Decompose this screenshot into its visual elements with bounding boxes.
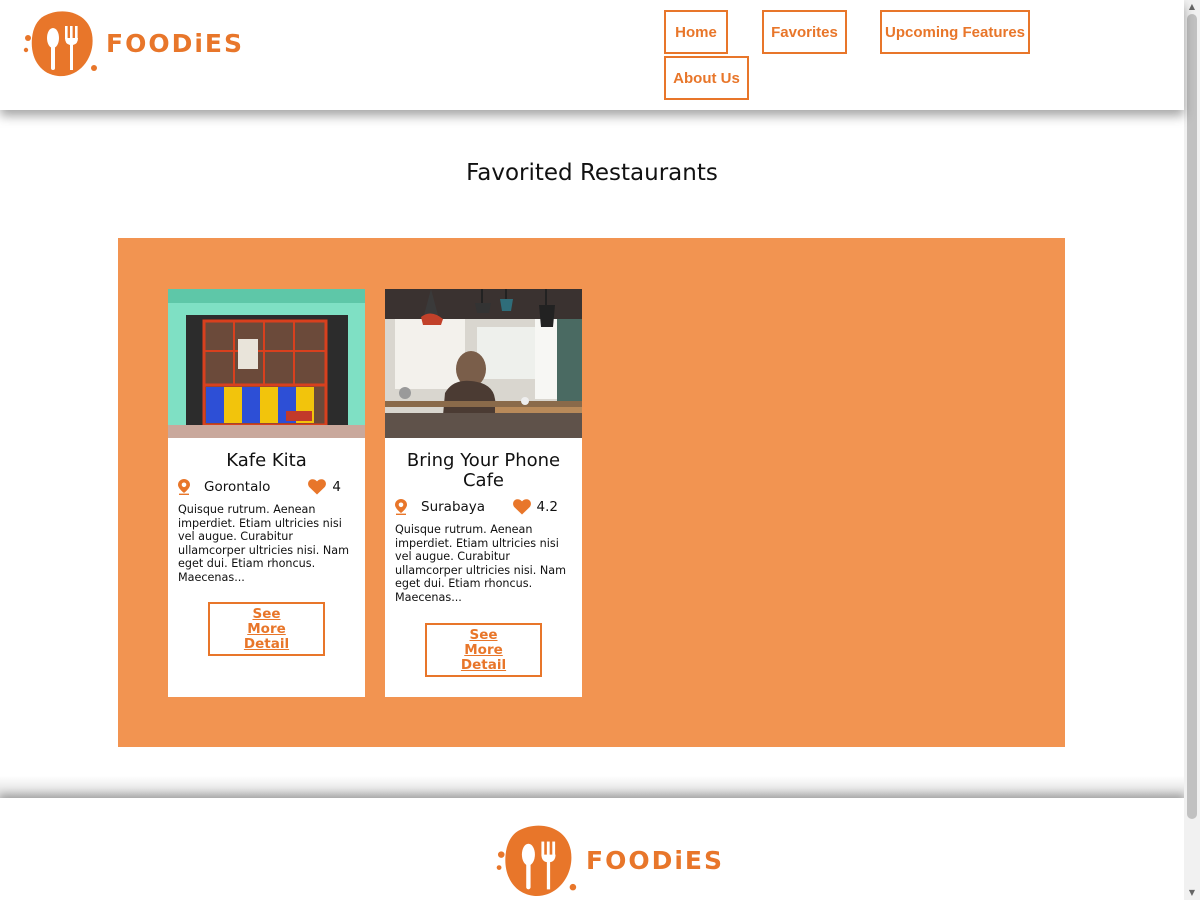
pin-icon — [395, 499, 407, 515]
scroll-up-icon[interactable]: ▲ — [1184, 0, 1200, 14]
nav-upcoming-features-button[interactable]: Upcoming Features — [880, 10, 1030, 54]
site-header: FOODiES Home Favorites Upcoming Features… — [0, 0, 1184, 110]
page-title: Favorited Restaurants — [466, 160, 718, 186]
restaurant-name[interactable]: Kafe Kita — [168, 451, 365, 471]
restaurant-card: Kafe Kita Gorontalo 4 Quisque rutrum. Ae… — [168, 289, 365, 697]
restaurant-rating: 4 — [332, 479, 341, 495]
pin-icon — [178, 479, 190, 495]
restaurant-description: Quisque rutrum. Aenean imperdiet. Etiam … — [178, 503, 349, 584]
logo-icon — [496, 825, 577, 896]
restaurant-rating: 4.2 — [536, 499, 558, 515]
restaurant-image[interactable] — [168, 289, 365, 438]
brand-logo[interactable]: FOODiES — [22, 8, 244, 78]
heart-icon — [512, 499, 531, 515]
nav-home-button[interactable]: Home — [664, 10, 728, 54]
page-scrollbar[interactable]: ▲ ▼ — [1184, 0, 1200, 900]
site-footer: FOODiES — [0, 798, 1184, 900]
see-more-detail-button[interactable]: See More Detail — [208, 602, 325, 656]
restaurant-meta: Gorontalo 4 — [168, 479, 365, 495]
restaurant-name[interactable]: Bring Your Phone Cafe — [385, 451, 582, 491]
restaurant-description: Quisque rutrum. Aenean imperdiet. Etiam … — [395, 523, 566, 604]
scrollbar-thumb[interactable] — [1187, 14, 1197, 819]
see-more-detail-button[interactable]: See More Detail — [425, 623, 542, 677]
restaurant-meta: Surabaya 4.2 — [385, 499, 582, 515]
favorites-panel: Kafe Kita Gorontalo 4 Quisque rutrum. Ae… — [118, 238, 1065, 747]
restaurant-city: Gorontalo — [204, 479, 271, 495]
nav-about-us-button[interactable]: About Us — [664, 56, 749, 100]
footer-brand-name: FOODiES — [586, 845, 724, 875]
restaurant-city: Surabaya — [421, 499, 486, 515]
restaurant-card: Bring Your Phone Cafe Surabaya 4.2 Quisq… — [385, 289, 582, 697]
logo-icon — [23, 11, 97, 77]
footer-shadow — [0, 776, 1184, 798]
scroll-down-icon[interactable]: ▼ — [1184, 886, 1200, 900]
heart-icon — [308, 479, 327, 495]
nav-favorites-button[interactable]: Favorites — [762, 10, 847, 54]
brand-name: FOODiES — [106, 28, 244, 58]
footer-logo: FOODiES — [494, 822, 724, 898]
restaurant-image[interactable] — [385, 289, 582, 438]
